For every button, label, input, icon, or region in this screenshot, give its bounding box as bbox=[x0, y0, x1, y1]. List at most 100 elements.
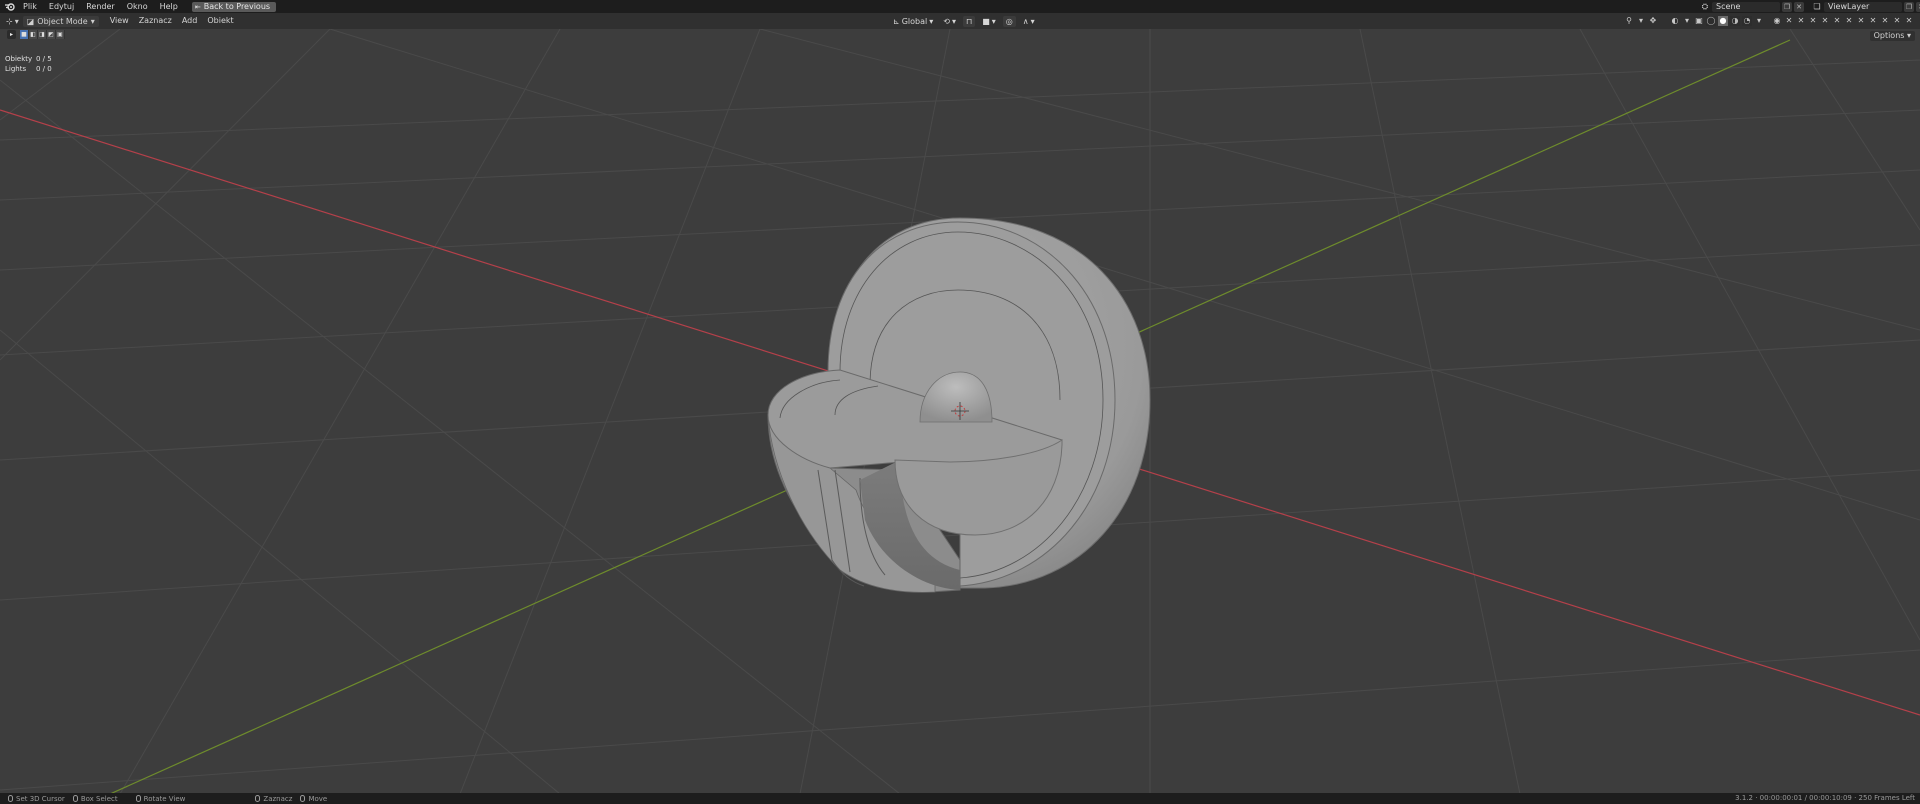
new-scene-icon[interactable]: ❐ bbox=[1782, 1, 1792, 12]
restrict-select-icon[interactable]: ✕ bbox=[1868, 16, 1878, 26]
viewlayer-name-field[interactable]: ViewLayer bbox=[1824, 1, 1902, 12]
chevron-down-icon: ▾ bbox=[991, 16, 996, 26]
mouse-right-icon bbox=[255, 795, 261, 802]
menu-render[interactable]: Render bbox=[80, 0, 120, 13]
mouse-drag-icon bbox=[300, 795, 306, 802]
select-intersect-icon[interactable]: ▣ bbox=[56, 30, 65, 39]
menu-view[interactable]: View bbox=[105, 13, 134, 29]
mouse-left-icon bbox=[8, 795, 13, 802]
menu-select[interactable]: Zaznacz bbox=[134, 13, 177, 29]
restrict-select-icon[interactable]: ✕ bbox=[1856, 16, 1866, 26]
delete-viewlayer-icon[interactable]: ✕ bbox=[1916, 1, 1920, 12]
restrict-select-icon[interactable]: ✕ bbox=[1844, 16, 1854, 26]
tool-settings-row: ▸ ■ ◧ ◨ ◩ ▣ bbox=[7, 30, 65, 39]
rendered-shading-icon[interactable]: ◔ bbox=[1742, 16, 1752, 26]
viewlayer-icon: ❏ bbox=[1813, 1, 1821, 11]
menu-add[interactable]: Add bbox=[177, 13, 203, 29]
status-bar: Set 3D Cursor Box Select Rotate View Zaz… bbox=[0, 793, 1920, 804]
viewlayer-selector: ❏ ViewLayer ❐ ✕ bbox=[1812, 1, 1920, 12]
menu-help[interactable]: Help bbox=[154, 0, 184, 13]
select-invert-icon[interactable]: ◩ bbox=[47, 30, 56, 39]
chevron-down-icon: ▾ bbox=[929, 16, 934, 26]
scene-selector: ⛭ Scene ❐ ✕ bbox=[1700, 1, 1804, 12]
menu-edit[interactable]: Edytuj bbox=[43, 0, 80, 13]
select-subtract-icon[interactable]: ◨ bbox=[38, 30, 47, 39]
object-mode-label: Object Mode bbox=[37, 16, 88, 26]
proportional-edit-toggle[interactable]: ◎ bbox=[1002, 15, 1016, 27]
material-preview-icon[interactable]: ◑ bbox=[1730, 16, 1740, 26]
restrict-select-icon[interactable]: ✕ bbox=[1820, 16, 1830, 26]
menu-window[interactable]: Okno bbox=[121, 0, 154, 13]
select-new-icon[interactable]: ■ bbox=[20, 30, 29, 39]
stats-objects-row: Obiekty 0 / 5 bbox=[5, 54, 52, 64]
options-dropdown[interactable]: Options ▾ bbox=[1869, 31, 1915, 41]
stats-objects-label: Obiekty bbox=[5, 55, 33, 63]
snap-magnet-icon: ⊓ bbox=[965, 16, 973, 26]
chevron-down-icon[interactable]: ▾ bbox=[1636, 16, 1646, 26]
snap-target-dropdown[interactable]: ■ ▾ bbox=[979, 16, 999, 27]
top-menu-bar: Plik Edytuj Render Okno Help ⇤ Back to P… bbox=[0, 0, 1920, 13]
delete-scene-icon[interactable]: ✕ bbox=[1794, 1, 1804, 12]
3d-viewport[interactable] bbox=[0, 29, 1920, 794]
hint-rotate-view-label: Rotate View bbox=[143, 794, 186, 803]
hint-select-label: Zaznacz bbox=[263, 794, 293, 803]
falloff-curve-icon: ∧ bbox=[1022, 16, 1029, 26]
menu-file[interactable]: Plik bbox=[17, 0, 43, 13]
visibility-filter-icon[interactable]: ⚲ bbox=[1624, 16, 1634, 26]
restrict-select-icon[interactable]: ✕ bbox=[1880, 16, 1890, 26]
chevron-down-icon[interactable]: ▾ bbox=[1754, 16, 1764, 26]
restrict-select-icon[interactable]: ✕ bbox=[1892, 16, 1902, 26]
blender-logo-icon[interactable] bbox=[3, 0, 17, 13]
overlays-toggle-icon[interactable]: ◐ bbox=[1670, 16, 1680, 26]
select-extend-icon[interactable]: ◧ bbox=[29, 30, 38, 39]
snap-toggle[interactable]: ⊓ bbox=[962, 15, 976, 27]
cutaway-sphere-model bbox=[767, 217, 1151, 593]
hide-in-viewport-icon[interactable]: ◉ bbox=[1772, 16, 1782, 26]
transform-orientation-dropdown[interactable]: ⊾ Global ▾ bbox=[890, 16, 936, 27]
chevron-down-icon: ▾ bbox=[90, 16, 95, 26]
active-tool-icon[interactable]: ▸ bbox=[7, 30, 16, 39]
solid-shading-icon[interactable]: ● bbox=[1718, 16, 1728, 26]
chevron-down-icon: ▾ bbox=[951, 16, 956, 26]
selection-mode-buttons: ■ ◧ ◨ ◩ ▣ bbox=[20, 30, 65, 39]
hint-box-select-label: Box Select bbox=[80, 794, 118, 803]
editor-type-selector[interactable]: ⊹ ▾ bbox=[6, 17, 19, 26]
object-mode-icon: ◪ bbox=[26, 16, 35, 26]
stats-lights-row: Lights 0 / 0 bbox=[5, 64, 52, 74]
chevron-down-icon: ▾ bbox=[14, 16, 19, 26]
viewport-header: ⊹ ▾ ◪ Object Mode ▾ View Zaznacz Add Obi… bbox=[0, 13, 1920, 29]
new-viewlayer-icon[interactable]: ❐ bbox=[1904, 1, 1914, 12]
falloff-dropdown[interactable]: ∧ ▾ bbox=[1020, 16, 1038, 27]
gizmo-toggle-icon[interactable]: ✥ bbox=[1648, 16, 1658, 26]
snap-increment-icon: ■ bbox=[982, 16, 990, 26]
scene-name-field[interactable]: Scene bbox=[1712, 1, 1780, 12]
transform-tools: ⊾ Global ▾ ⟲ ▾ ⊓ ■ ▾ ◎ ∧ ▾ bbox=[890, 15, 1038, 27]
editor-type-icon: ⊹ bbox=[6, 16, 13, 26]
menu-object[interactable]: Obiekt bbox=[202, 13, 238, 29]
back-arrow-icon: ⇤ bbox=[194, 2, 201, 11]
back-to-previous-button[interactable]: ⇤ Back to Previous bbox=[191, 1, 277, 12]
proportional-edit-icon: ◎ bbox=[1005, 16, 1013, 26]
hint-move-label: Move bbox=[308, 794, 328, 803]
restrict-select-icon[interactable]: ✕ bbox=[1832, 16, 1842, 26]
restrict-select-icon[interactable]: ✕ bbox=[1808, 16, 1818, 26]
stats-lights-label: Lights bbox=[5, 65, 27, 73]
pivot-point-icon: ⟲ bbox=[943, 16, 950, 26]
mouse-drag-icon bbox=[72, 795, 78, 802]
viewport-display-tools: ⚲ ▾ ✥ ◐ ▾ ▣ ◯ ● ◑ ◔ ▾ ◉ ✕ ✕ ✕ ✕ ✕ ✕ ✕ ✕ … bbox=[1624, 15, 1914, 27]
stats-lights-value: 0 / 0 bbox=[36, 65, 52, 73]
restrict-select-icon[interactable]: ✕ bbox=[1904, 16, 1914, 26]
xray-toggle-icon[interactable]: ▣ bbox=[1694, 16, 1704, 26]
wireframe-shading-icon[interactable]: ◯ bbox=[1706, 16, 1716, 26]
hint-set-3d-cursor: Set 3D Cursor bbox=[8, 795, 65, 803]
stats-objects-value: 0 / 5 bbox=[36, 55, 52, 63]
object-mode-dropdown[interactable]: ◪ Object Mode ▾ bbox=[22, 15, 99, 27]
restrict-select-icon[interactable]: ✕ bbox=[1784, 16, 1794, 26]
restrict-select-icon[interactable]: ✕ bbox=[1796, 16, 1806, 26]
options-label: Options bbox=[1873, 31, 1905, 40]
chevron-down-icon[interactable]: ▾ bbox=[1682, 16, 1692, 26]
pivot-point-dropdown[interactable]: ⟲ ▾ bbox=[940, 16, 959, 27]
back-to-previous-label: Back to Previous bbox=[203, 1, 271, 11]
hint-box-select: Box Select bbox=[72, 794, 118, 803]
scene-icon: ⛭ bbox=[1701, 1, 1709, 11]
